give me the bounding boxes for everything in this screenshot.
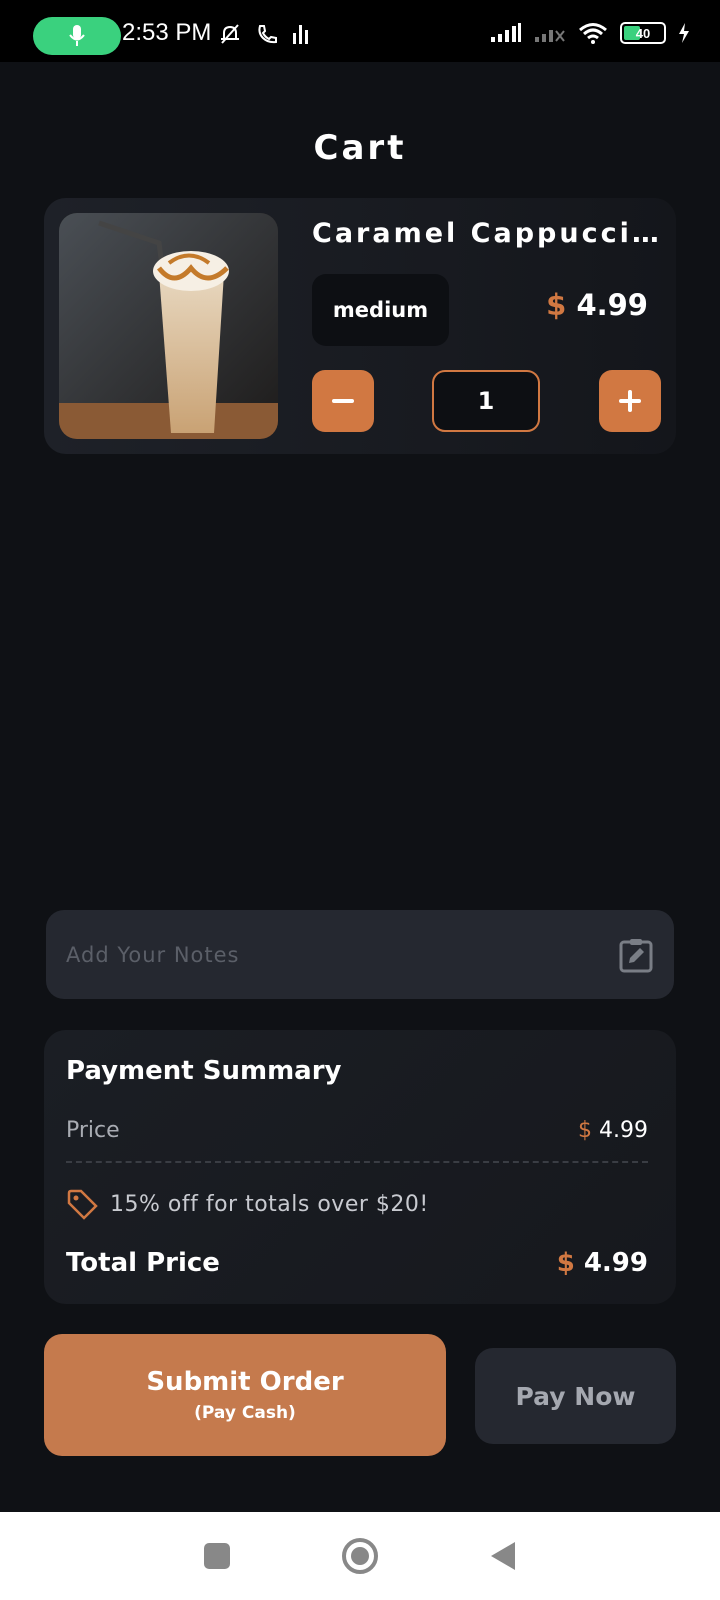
total-label: Total Price — [66, 1248, 220, 1278]
summary-divider — [66, 1161, 648, 1163]
item-price: $ 4.99 — [546, 288, 648, 322]
price-amount: 4.99 — [599, 1118, 648, 1143]
home-circle-icon[interactable] — [341, 1537, 379, 1575]
battery-indicator: 40 — [620, 22, 666, 44]
size-chip[interactable]: medium — [312, 274, 449, 346]
increase-quantity-button[interactable] — [599, 370, 661, 432]
total-amount: 4.99 — [583, 1248, 648, 1278]
system-nav-bar — [0, 1512, 720, 1600]
summary-title: Payment Summary — [66, 1056, 342, 1086]
signal-icon — [491, 23, 521, 42]
back-triangle-icon[interactable] — [489, 1540, 517, 1572]
item-name: Caramel Cappucci… — [312, 218, 662, 249]
price-currency: $ — [578, 1118, 593, 1143]
submit-order-sublabel: (Pay Cash) — [194, 1403, 296, 1423]
cart-item-card: Caramel Cappucci… medium $ 4.99 1 — [44, 198, 676, 454]
plus-icon — [619, 390, 641, 412]
item-image — [59, 213, 278, 439]
total-value: $ 4.99 — [557, 1248, 648, 1278]
cart-screen: 2:53 PM 40 Cart Caramel Cappucci… medium… — [0, 0, 720, 1600]
phone-icon — [258, 25, 277, 44]
item-price-value: 4.99 — [576, 288, 648, 322]
minus-icon — [332, 399, 354, 403]
submit-order-button[interactable]: Submit Order (Pay Cash) — [44, 1334, 446, 1456]
notes-field[interactable] — [46, 910, 674, 999]
clipboard-edit-icon[interactable] — [618, 937, 654, 973]
iced-drink-icon — [59, 213, 278, 439]
promo-row: 15% off for totals over $20! — [66, 1188, 429, 1220]
price-value: $ 4.99 — [578, 1118, 648, 1143]
pay-now-button[interactable]: Pay Now — [475, 1348, 676, 1444]
microphone-icon — [69, 25, 85, 46]
price-label: Price — [66, 1118, 120, 1143]
decrease-quantity-button[interactable] — [312, 370, 374, 432]
quantity-field[interactable]: 1 — [432, 370, 540, 432]
charging-bolt-icon — [679, 23, 689, 43]
tag-icon — [67, 1189, 98, 1220]
notes-input[interactable] — [66, 942, 618, 967]
item-price-currency: $ — [546, 288, 567, 322]
mic-indicator[interactable] — [33, 17, 121, 55]
signal-no-service-icon — [535, 30, 565, 42]
payment-summary-card: Payment Summary Price $ 4.99 15% off for… — [44, 1030, 676, 1304]
recents-square-icon[interactable] — [203, 1542, 231, 1570]
page-title: Cart — [313, 128, 407, 168]
status-bar: 2:53 PM 40 — [0, 0, 720, 62]
submit-order-label: Submit Order — [146, 1367, 344, 1397]
promo-text: 15% off for totals over $20! — [110, 1191, 429, 1217]
total-currency: $ — [556, 1248, 575, 1278]
bell-off-icon — [221, 24, 239, 44]
status-time: 2:53 PM — [122, 19, 212, 46]
wifi-icon — [579, 23, 607, 44]
audio-bars-icon — [293, 25, 308, 44]
